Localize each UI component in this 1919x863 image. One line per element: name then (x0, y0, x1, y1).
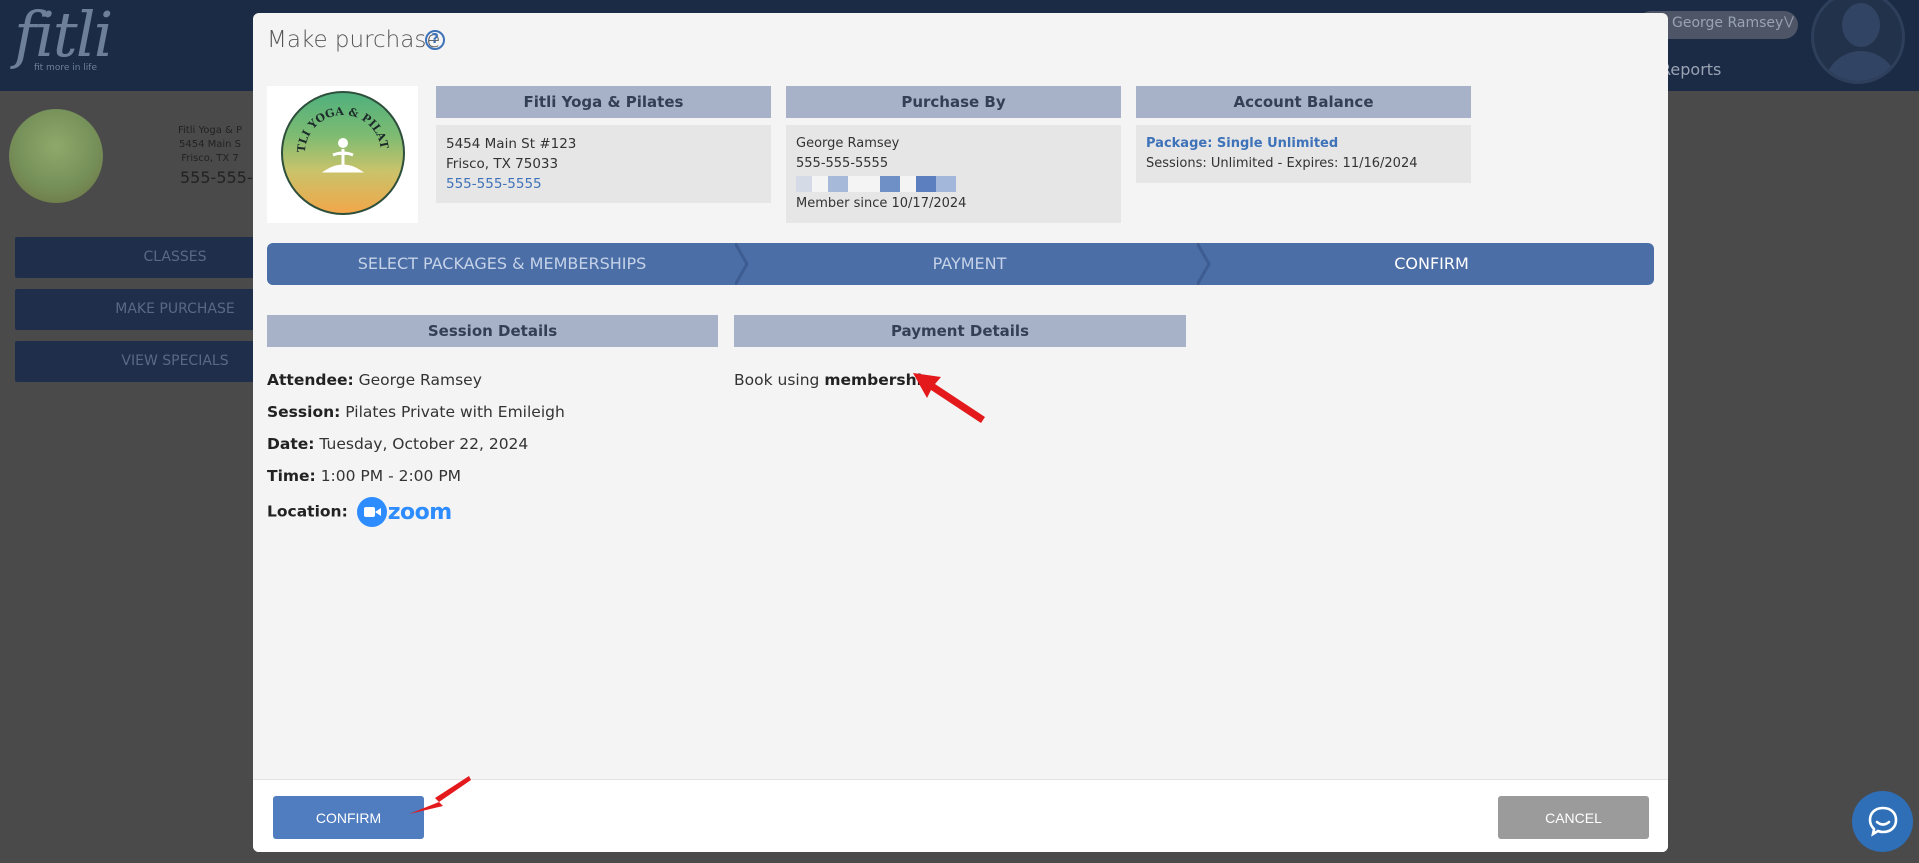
svg-text:FITLI YOGA & PILATES: FITLI YOGA & PILATES (281, 91, 391, 153)
cancel-button[interactable]: CANCEL (1498, 796, 1649, 839)
payment-details-header: Payment Details (734, 315, 1186, 347)
modal-footer: CONFIRM CANCEL (253, 776, 1668, 852)
attendee-line: Attendee: George Ramsey (267, 371, 482, 389)
zoom-camera-icon (356, 497, 387, 527)
swatch (828, 176, 848, 192)
studio-logo (9, 109, 103, 203)
redacted-swatches (796, 176, 1111, 192)
chevron-down-icon[interactable]: ⋁ (1784, 14, 1794, 28)
confirm-button[interactable]: CONFIRM (273, 796, 424, 839)
help-icon[interactable]: ? (425, 30, 445, 50)
step-payment[interactable]: PAYMENT (747, 243, 1192, 285)
member-since: Member since 10/17/2024 (796, 196, 967, 211)
account-balance-header: Account Balance (1136, 86, 1471, 118)
yoga-figure-icon: FITLI YOGA & PILATES (281, 91, 391, 173)
purchase-by-header: Purchase By (786, 86, 1121, 118)
session-details-header: Session Details (267, 315, 718, 347)
swatch (880, 176, 900, 192)
location-line: Location: zoom (267, 497, 452, 527)
zoom-logo: zoom (356, 497, 452, 527)
chat-icon (1868, 806, 1898, 837)
swatch (916, 176, 936, 192)
avatar[interactable] (1811, 0, 1905, 84)
swatch (900, 176, 916, 192)
purchaser-phone: 555-555-5555 (796, 156, 889, 171)
studio-address2: Frisco, TX 75033 (446, 156, 559, 172)
swatch (864, 176, 880, 192)
swatch (812, 176, 828, 192)
modal-title: Make purchase (267, 27, 441, 53)
studio-address1: 5454 Main St #123 (446, 136, 577, 152)
studio-header: Fitli Yoga & Pilates (436, 86, 771, 118)
app-logo[interactable]: fitli (14, 4, 113, 66)
session-line: Session: Pilates Private with Emileigh (267, 403, 565, 421)
studio-phone: 555-555- (180, 168, 253, 187)
date-line: Date: Tuesday, October 22, 2024 (267, 435, 529, 453)
swatch (796, 176, 812, 192)
account-balance-panel: Account Balance Package: Single Unlimite… (1136, 86, 1471, 183)
studio-phone-link[interactable]: 555-555-5555 (446, 174, 761, 194)
studio-info: Fitli Yoga & P 5454 Main S Frisco, TX 7 (177, 125, 243, 164)
time-line: Time: 1:00 PM - 2:00 PM (267, 467, 462, 485)
swatch (848, 176, 864, 192)
user-menu-name[interactable]: George Ramsey (1672, 15, 1783, 31)
payment-method-line: Book using membership (734, 371, 934, 389)
step-confirm[interactable]: CONFIRM (1209, 243, 1654, 285)
step-select-packages[interactable]: SELECT PACKAGES & MEMBERSHIPS (267, 243, 737, 285)
chat-widget-button[interactable] (1852, 791, 1913, 852)
nav-reports[interactable]: Reports (1660, 60, 1721, 79)
studio-logo-box: FITLI YOGA & PILATES (267, 86, 418, 223)
annotation-arrow-icon (913, 373, 985, 423)
purchaser-name: George Ramsey (796, 136, 900, 151)
studio-logo-image: FITLI YOGA & PILATES (281, 91, 405, 215)
studio-info-panel: Fitli Yoga & Pilates 5454 Main St #123 F… (436, 86, 771, 203)
annotation-arrow-icon (409, 776, 471, 814)
make-purchase-modal: Make purchase ? FITLI YOGA & PILATES Fit… (253, 13, 1668, 852)
package-link[interactable]: Package: Single Unlimited (1146, 134, 1461, 154)
sessions-expiry: Sessions: Unlimited - Expires: 11/16/202… (1146, 156, 1418, 171)
purchase-steps: SELECT PACKAGES & MEMBERSHIPS PAYMENT CO… (267, 243, 1654, 285)
swatch (936, 176, 956, 192)
app-logo-tagline: fit more in life (34, 63, 98, 73)
purchase-by-panel: Purchase By George Ramsey 555-555-5555 M… (786, 86, 1121, 223)
